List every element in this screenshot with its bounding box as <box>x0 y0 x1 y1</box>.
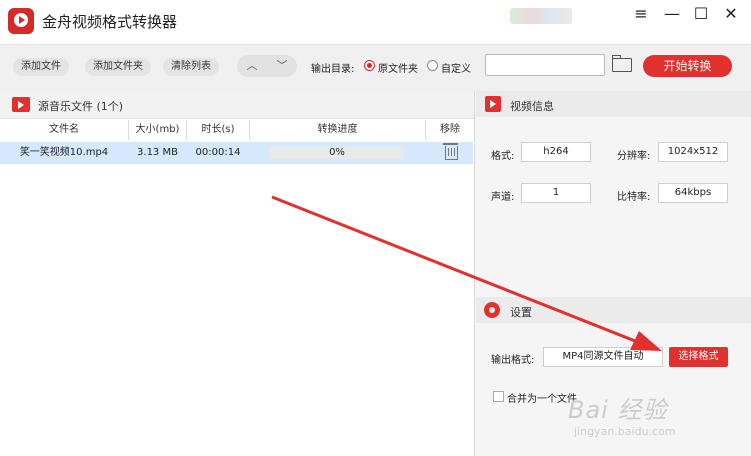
output-format-label: 输出格式: <box>491 355 535 366</box>
user-avatar-blurred[interactable] <box>510 8 572 24</box>
bitrate-field: 64kbps <box>658 183 728 203</box>
file-list-title: 源音乐文件 (1个) <box>38 100 124 113</box>
move-up-icon[interactable]: ︿ <box>237 55 267 77</box>
video-file-icon <box>12 97 30 112</box>
add-folder-button[interactable]: 添加文件夹 <box>85 58 151 76</box>
close-icon[interactable]: ✕ <box>720 4 742 24</box>
add-file-button[interactable]: 添加文件 <box>13 58 69 76</box>
video-info-title: 视频信息 <box>510 100 554 113</box>
radio-custom[interactable] <box>427 60 438 71</box>
move-down-icon[interactable]: ﹀ <box>267 55 297 77</box>
column-header-duration: 时长(s) <box>201 124 235 135</box>
folder-open-icon[interactable] <box>612 55 632 72</box>
start-convert-button[interactable]: 开始转换 <box>643 55 732 77</box>
menu-icon[interactable]: ≡ <box>630 4 652 24</box>
format-field: h264 <box>521 142 591 162</box>
column-header-name: 文件名 <box>49 124 79 135</box>
app-title: 金舟视频格式转换器 <box>42 13 178 31</box>
output-path-input[interactable] <box>485 54 605 76</box>
trash-icon[interactable] <box>443 143 458 160</box>
output-format-field: MP4同源文件自动 <box>543 347 663 367</box>
progress-text: 0% <box>329 147 345 158</box>
app-logo-icon <box>8 8 34 34</box>
merge-checkbox[interactable] <box>493 391 504 402</box>
choose-format-button[interactable]: 选择格式 <box>669 347 728 367</box>
bitrate-label: 比特率: <box>617 192 651 203</box>
watermark-logo: Bai 经验 <box>568 396 668 424</box>
file-duration-cell: 00:00:14 <box>195 147 241 158</box>
move-order-control: ︿ ﹀ <box>237 55 297 77</box>
settings-title: 设置 <box>510 306 532 319</box>
radio-original-folder[interactable] <box>364 60 375 71</box>
channels-field: 1 <box>521 183 591 203</box>
column-header-remove: 移除 <box>440 124 460 135</box>
format-label: 格式: <box>491 151 515 162</box>
maximize-icon[interactable]: ☐ <box>690 4 712 24</box>
radio-custom-label: 自定义 <box>441 64 471 75</box>
merge-label: 合并为一个文件 <box>507 394 577 405</box>
file-name-cell: 笑一笑视频10.mp4 <box>19 147 109 158</box>
output-dir-label: 输出目录: <box>311 64 355 75</box>
file-size-cell: 3.13 MB <box>137 147 178 158</box>
watermark-url: jingyan.baidu.com <box>574 425 676 438</box>
column-header-size: 大小(mb) <box>135 124 180 135</box>
column-header-progress: 转换进度 <box>317 124 358 135</box>
gear-icon <box>484 302 500 318</box>
channels-label: 声道: <box>491 192 515 203</box>
radio-original-folder-label: 原文件夹 <box>378 64 418 75</box>
resolution-label: 分辨率: <box>617 151 651 162</box>
video-info-icon <box>485 96 501 112</box>
resolution-field: 1024x512 <box>658 142 728 162</box>
clear-list-button[interactable]: 清除列表 <box>163 58 219 76</box>
minimize-icon[interactable]: — <box>661 4 683 24</box>
